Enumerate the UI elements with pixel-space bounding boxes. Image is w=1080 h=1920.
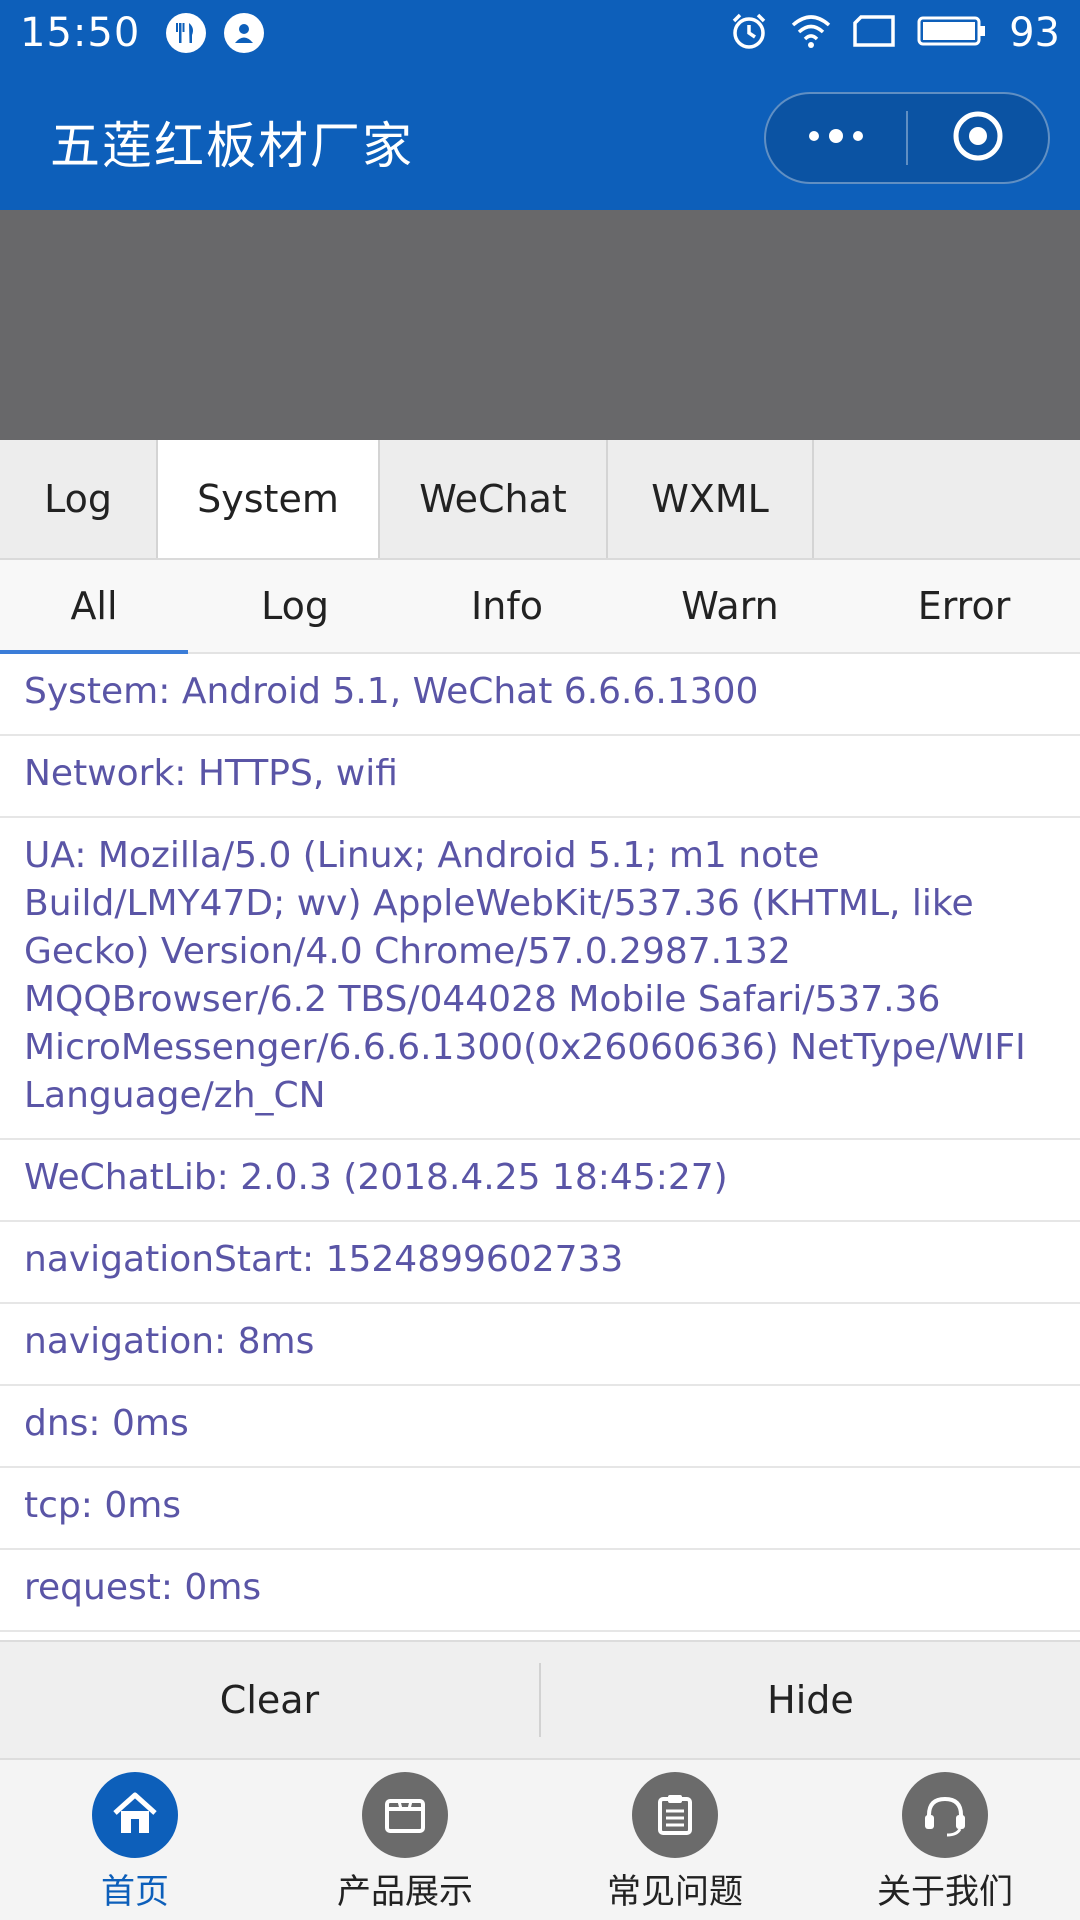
console-bottom-bar: Clear Hide [0,1640,1080,1758]
battery-level: 93 [1009,10,1060,56]
tab-bar-label: 常见问题 [607,1872,743,1912]
hide-button[interactable]: Hide [541,1642,1080,1758]
filter-tab-all[interactable]: All [0,560,188,654]
log-row-system: System: Android 5.1, WeChat 6.6.6.1300 [0,654,1080,736]
log-list[interactable]: System: Android 5.1, WeChat 6.6.6.1300 N… [0,654,1080,1640]
fork-knife-icon [166,13,207,53]
log-row-navigation-start: navigationStart: 1524899602733 [0,1222,1080,1304]
box-icon [362,1772,448,1858]
log-row-ua: UA: Mozilla/5.0 (Linux; Android 5.1; m1 … [0,818,1080,1140]
tab-bar-item-about[interactable]: 关于我们 [810,1760,1080,1920]
banner-area [0,210,1080,440]
tab-system[interactable]: System [158,440,380,558]
status-time: 15:50 [20,10,141,56]
log-row-navigation: navigation: 8ms [0,1304,1080,1386]
tab-bar: 首页 产品展示 常见问题 关于我们 [0,1758,1080,1920]
user-icon [224,13,265,53]
mini-program-capsule [764,92,1050,184]
filter-tab-error[interactable]: Error [848,560,1080,652]
clipboard-icon [632,1772,718,1858]
alarm-icon [729,11,769,55]
page-title: 五莲红板材厂家 [50,117,414,175]
clear-button[interactable]: Clear [0,1642,539,1758]
more-dots-icon [806,128,866,148]
home-icon [92,1772,178,1858]
headset-icon [902,1772,988,1858]
close-button[interactable] [908,94,1048,182]
nav-bar: 五莲红板材厂家 [0,66,1080,210]
more-button[interactable] [766,94,906,182]
log-row-dns: dns: 0ms [0,1386,1080,1468]
tab-bar-item-products[interactable]: 产品展示 [270,1760,540,1920]
sim-icon [853,15,895,51]
log-row-request: request: 0ms [0,1550,1080,1632]
tab-bar-label: 关于我们 [877,1872,1013,1912]
wifi-icon [791,13,831,53]
close-target-icon [951,109,1005,167]
log-row-network: Network: HTTPS, wifi [0,736,1080,818]
tab-bar-label: 产品展示 [337,1872,473,1912]
tab-bar-item-faq[interactable]: 常见问题 [540,1760,810,1920]
status-right-icons: 93 [729,10,1060,56]
filter-tabs: All Log Info Warn Error [0,560,1080,654]
filter-tab-log[interactable]: Log [188,560,402,652]
status-bar: 15:50 93 [0,0,1080,66]
log-row-wechatlib: WeChatLib: 2.0.3 (2018.4.25 18:45:27) [0,1140,1080,1222]
tab-wechat[interactable]: WeChat [380,440,608,558]
tab-wxml[interactable]: WXML [608,440,814,558]
status-left-icons [166,13,265,53]
battery-icon [917,15,987,51]
filter-tab-info[interactable]: Info [402,560,612,652]
tab-bar-item-home[interactable]: 首页 [0,1760,270,1920]
tab-bar-label: 首页 [101,1872,169,1912]
console-tabs: Log System WeChat WXML [0,440,1080,560]
filter-tab-warn[interactable]: Warn [612,560,848,652]
log-row-tcp: tcp: 0ms [0,1468,1080,1550]
tab-log[interactable]: Log [0,440,158,558]
